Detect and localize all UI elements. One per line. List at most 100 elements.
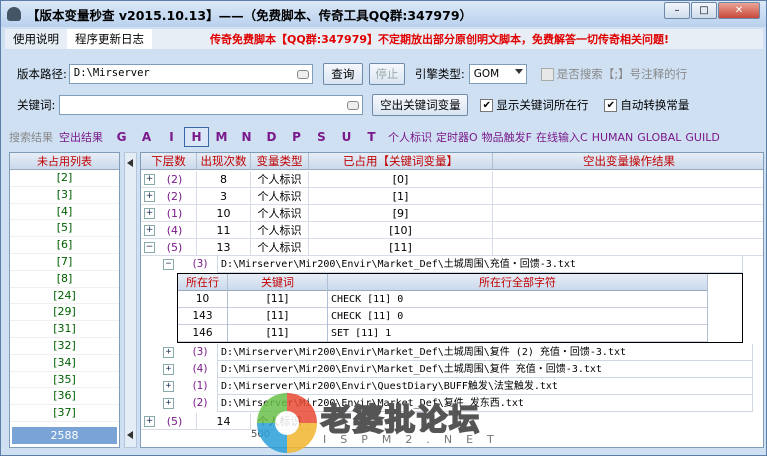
times-cell: 11	[197, 222, 251, 239]
collapse-icon[interactable]: −	[163, 259, 174, 270]
tag-i[interactable]: I	[159, 130, 184, 144]
expand-icon[interactable]: +	[144, 225, 155, 236]
file-row[interactable]: + (1) D:\Mirserver\Mir200\Envir\QuestDiary…	[157, 378, 753, 395]
tag-human[interactable]: HUMAN	[592, 131, 634, 144]
unused-list-item[interactable]: [34]	[10, 355, 119, 372]
table-row[interactable]: + (5) 14 个人标识	[141, 413, 763, 430]
result-cell	[493, 171, 763, 188]
expand-icon[interactable]: +	[144, 416, 155, 427]
search-comment-checkbox[interactable]: 是否搜索【;】号注释的行	[540, 66, 687, 82]
collapse-left-icon[interactable]	[127, 159, 133, 167]
unused-list-item[interactable]: [8]	[10, 271, 119, 288]
times-cell: 14	[197, 413, 251, 430]
notice-text: 传奇免费脚本【QQ群:347979】不定期放出部分原创明文脚本，免费解答一切传奇…	[210, 33, 670, 46]
sublevel-cell: − (5)	[141, 239, 197, 256]
collapse-left-icon[interactable]	[127, 431, 133, 439]
tag-s[interactable]: S	[309, 130, 334, 144]
type-cell: 个人标识	[251, 222, 309, 239]
unused-list-header: 未占用列表	[10, 153, 119, 170]
file-row[interactable]: + (3) D:\Mirserver\Mir200\Envir\Market_Def…	[157, 344, 753, 361]
file-path: D:\Mirserver\Mir200\Envir\Market_Def\土城周…	[217, 256, 743, 273]
tag-global[interactable]: GLOBAL	[637, 131, 681, 144]
engine-select[interactable]: GOM	[468, 64, 527, 84]
tag-n[interactable]: N	[234, 130, 259, 144]
keyword-line-row[interactable]: 143 [11] CHECK [11] 0	[178, 308, 708, 325]
maximize-button[interactable]: □	[691, 2, 717, 19]
unused-list-item[interactable]: [4]	[10, 204, 119, 221]
unused-list-item[interactable]: [7]	[10, 254, 119, 271]
times-cell: 10	[197, 205, 251, 222]
table-row[interactable]: + (4) 11 个人标识 [10]	[141, 222, 763, 239]
show-line-label: 显示关键词所在行	[496, 98, 589, 112]
path-dropdown-icon[interactable]	[296, 70, 309, 79]
col-result[interactable]: 空出变量操作结果	[493, 153, 763, 170]
tag-guild[interactable]: GUILD	[685, 131, 719, 144]
table-row[interactable]: + (2) 3 个人标识 [1]	[141, 188, 763, 205]
tag-item-trigger[interactable]: 物品触发F	[482, 129, 532, 145]
keyword-dropdown-icon[interactable]	[347, 101, 360, 110]
menu-usage[interactable]: 使用说明	[5, 29, 67, 49]
empty-result-tag[interactable]: 空出结果	[59, 129, 103, 145]
expand-icon[interactable]: +	[163, 347, 174, 358]
unused-list-item[interactable]: [31]	[10, 321, 119, 338]
unused-list-item[interactable]: [32]	[10, 338, 119, 355]
table-row[interactable]: + (1) 10 个人标识 [9]	[141, 205, 763, 222]
menu-bar: 使用说明 程序更新日志 传奇免费脚本【QQ群:347979】不定期放出部分原创明…	[5, 29, 763, 49]
tag-p[interactable]: P	[284, 130, 309, 144]
query-button[interactable]: 查询	[322, 63, 363, 85]
keyword-line-row[interactable]: 146 [11] SET [11] 1	[178, 325, 708, 342]
unused-list-item[interactable]: [37]	[10, 405, 119, 422]
auto-convert-checkbox[interactable]: ✔ 自动转换常量	[604, 97, 689, 113]
tag-t[interactable]: T	[359, 130, 384, 144]
unused-list-item[interactable]: [2]	[10, 170, 119, 187]
expand-icon[interactable]: +	[144, 174, 155, 185]
unused-list-item[interactable]: [35]	[10, 372, 119, 389]
path-input[interactable]: D:\Mirserver	[68, 64, 313, 84]
file-row[interactable]: + (2) D:\Mirserver\Mir200\Envir\Market_Def…	[157, 395, 753, 412]
col-full-text[interactable]: 所在行全部字符	[328, 274, 708, 291]
keyword-line-row[interactable]: 10 [11] CHECK [11] 0	[178, 291, 708, 308]
menu-changelog[interactable]: 程序更新日志	[67, 29, 152, 49]
col-var[interactable]: 已占用【关键词变量】	[309, 153, 493, 170]
file-row[interactable]: + (4) D:\Mirserver\Mir200\Envir\Market_Def…	[157, 361, 753, 378]
expand-icon[interactable]: +	[163, 398, 174, 409]
table-row[interactable]: + (2) 8 个人标识 [0]	[141, 171, 763, 188]
tag-m[interactable]: M	[209, 130, 234, 144]
close-button[interactable]: ✕	[718, 2, 760, 19]
stop-button[interactable]: 停止	[368, 63, 405, 85]
tag-a[interactable]: A	[134, 130, 159, 144]
col-sublevel[interactable]: 下层数	[141, 153, 197, 170]
output-keyword-button[interactable]: 空出关键词变量	[372, 94, 469, 116]
file-row[interactable]: − (3) D:\Mirserver\Mir200\Envir\Market_Def…	[157, 256, 743, 273]
unused-list-item[interactable]: [24]	[10, 288, 119, 305]
tag-filter-bar: 搜索结果 空出结果 G A I H M N D P S U T 个人标识 定时器…	[9, 126, 720, 148]
unused-list-item[interactable]: [3]	[10, 187, 119, 204]
unused-list-item[interactable]: [29]	[10, 304, 119, 322]
unused-list-item[interactable]: [5]	[10, 220, 119, 238]
collapse-icon[interactable]: −	[144, 242, 155, 253]
unused-list-item[interactable]: [6]	[10, 237, 119, 254]
tag-personal[interactable]: 个人标识	[388, 129, 432, 145]
keyword-input[interactable]	[59, 95, 364, 115]
expand-icon[interactable]: +	[163, 364, 174, 375]
minimize-button[interactable]: –	[664, 2, 690, 19]
tag-u[interactable]: U	[334, 130, 359, 144]
panel-splitter[interactable]	[124, 152, 137, 448]
col-times[interactable]: 出现次数	[197, 153, 251, 170]
col-keyword[interactable]: 关键词	[228, 274, 328, 291]
file-path: D:\Mirserver\Mir200\Envir\Market_Def\土城周…	[217, 344, 753, 361]
tag-h[interactable]: H	[184, 127, 209, 147]
expand-icon[interactable]: +	[163, 381, 174, 392]
tag-timer[interactable]: 定时器O	[436, 129, 478, 145]
expand-icon[interactable]: +	[144, 191, 155, 202]
col-type[interactable]: 变量类型	[251, 153, 309, 170]
var-cell: [10]	[309, 222, 493, 239]
unused-list-item[interactable]: [36]	[10, 388, 119, 406]
tag-g[interactable]: G	[109, 130, 134, 144]
table-row[interactable]: − (5) 13 个人标识 [11]	[141, 239, 763, 256]
col-line[interactable]: 所在行	[178, 274, 228, 291]
tag-online-input[interactable]: 在线输入C	[536, 129, 588, 145]
tag-d[interactable]: D	[259, 130, 284, 144]
expand-icon[interactable]: +	[144, 208, 155, 219]
show-line-checkbox[interactable]: ✔ 显示关键词所在行	[480, 97, 588, 113]
